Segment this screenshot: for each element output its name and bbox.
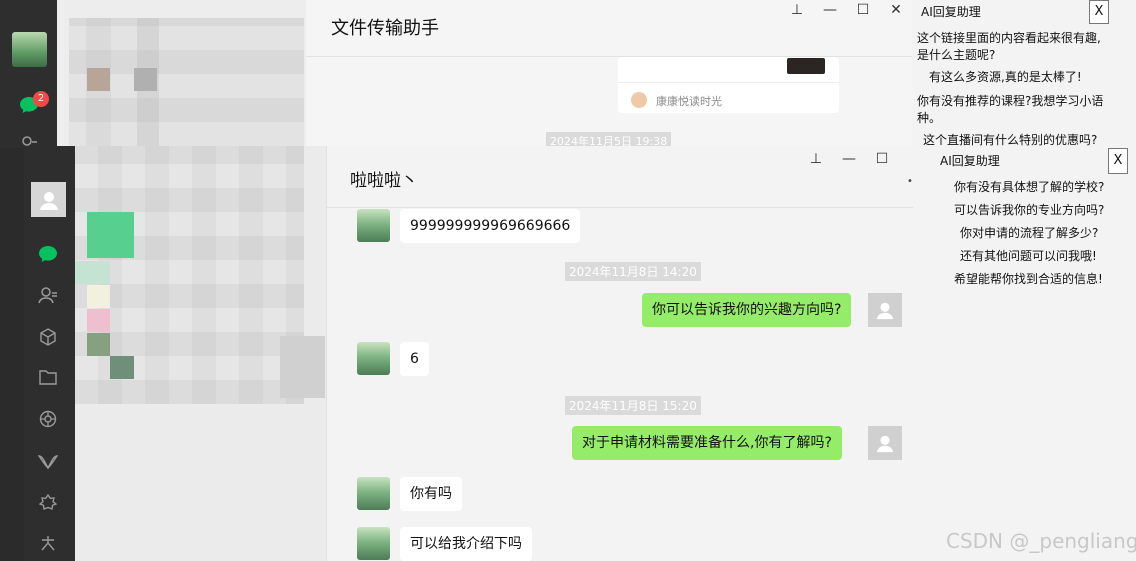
message-bubble-received[interactable]: 可以给我介绍下吗 [400,527,532,561]
popup-title: AI回复助理 [940,154,1000,168]
suggestion-line[interactable]: 是什么主题呢? [917,47,995,64]
sidebar-nav [24,146,75,561]
blurred-avatar [134,68,157,91]
close-button[interactable]: ✕ [885,2,907,18]
pin-button[interactable]: ⊥ [805,151,827,167]
suggestion-line[interactable]: 你有没有具体想了解的学校? [954,179,1104,196]
self-avatar[interactable] [868,426,902,460]
maximize-button[interactable]: ☐ [852,2,874,18]
pin-button[interactable]: ⊥ [786,2,808,18]
suggestion-line[interactable]: 还有其他问题可以问我哦! [960,248,1097,265]
blurred-avatar [87,309,110,332]
message-bubble-received[interactable]: 999999999969669666 [400,209,581,243]
maximize-button[interactable]: ☐ [871,151,893,167]
moments-icon[interactable] [37,408,59,430]
channels-icon[interactable] [37,451,59,473]
blurred-avatar [87,212,134,258]
contact-avatar[interactable] [357,209,390,242]
suggestion-line[interactable]: 你对申请的流程了解多少? [960,225,1098,242]
popup-close-button[interactable]: X [1089,0,1109,24]
unread-badge: 2 [33,91,49,107]
popup-close-button[interactable]: X [1108,148,1128,174]
minimize-button[interactable]: — [838,151,860,167]
blurred-avatar [110,356,134,379]
minimize-button[interactable]: — [819,2,841,18]
back-chat-title: 文件传输助手 [331,18,439,39]
self-avatar[interactable] [868,293,902,327]
suggestion-line[interactable]: 有这么多资源,真的是太棒了! [929,69,1082,86]
contact-avatar[interactable] [357,477,390,510]
blurred-avatar [87,333,110,356]
selected-conversation[interactable] [280,336,325,398]
message-bubble-received[interactable]: 你有吗 [400,477,462,511]
back-sidebar-nav: 2 [0,0,57,148]
blurred-avatar [87,285,110,308]
search-star-icon[interactable] [37,533,59,555]
contact-avatar[interactable] [357,527,390,560]
card-source-name: 康康悦读时光 [656,95,722,108]
header-divider [327,207,913,208]
message-timestamp: 2024年11月8日 15:20 [565,396,701,415]
card-divider [618,82,839,83]
popup-title: AI回复助理 [921,5,981,19]
blurred-avatar [75,261,110,284]
message-bubble-sent[interactable]: 你可以告诉我你的兴趣方向吗? [642,293,852,327]
watermark: CSDN @_pengliang [946,529,1136,553]
message-bubble-sent[interactable]: 对于申请材料需要准备什么,你有了解吗? [572,426,842,460]
contacts-icon[interactable] [37,284,59,306]
mini-programs-icon[interactable] [37,492,59,514]
contact-avatar[interactable] [357,342,390,375]
user-avatar[interactable] [31,182,66,217]
suggestion-line[interactable]: 这个直播间有什么特别的优惠吗? [923,132,1097,149]
suggestion-line[interactable]: 可以告诉我你的专业方向吗? [954,202,1104,219]
suggestion-line[interactable]: 这个链接里面的内容看起来很有趣, [917,30,1101,47]
chat-icon[interactable] [37,243,59,265]
suggestion-line[interactable]: 希望能帮你找到合适的信息! [954,271,1103,288]
favorites-cube-icon[interactable] [37,326,59,348]
message-bubble-received[interactable]: 6 [400,342,429,376]
message-timestamp: 2024年11月8日 14:20 [565,262,701,281]
back-conversation-list [57,0,306,148]
blurred-avatar [87,68,110,91]
suggestion-line[interactable]: 种。 [917,110,941,127]
suggestion-line[interactable]: 你有没有推荐的课程?我想学习小语 [917,93,1103,110]
user-avatar[interactable] [12,32,47,67]
conversation-list [75,146,326,561]
card-thumbnail [787,58,825,74]
source-avatar [631,92,647,108]
chat-title: 啦啦啦丶 [350,171,418,191]
folder-icon[interactable] [37,366,59,388]
